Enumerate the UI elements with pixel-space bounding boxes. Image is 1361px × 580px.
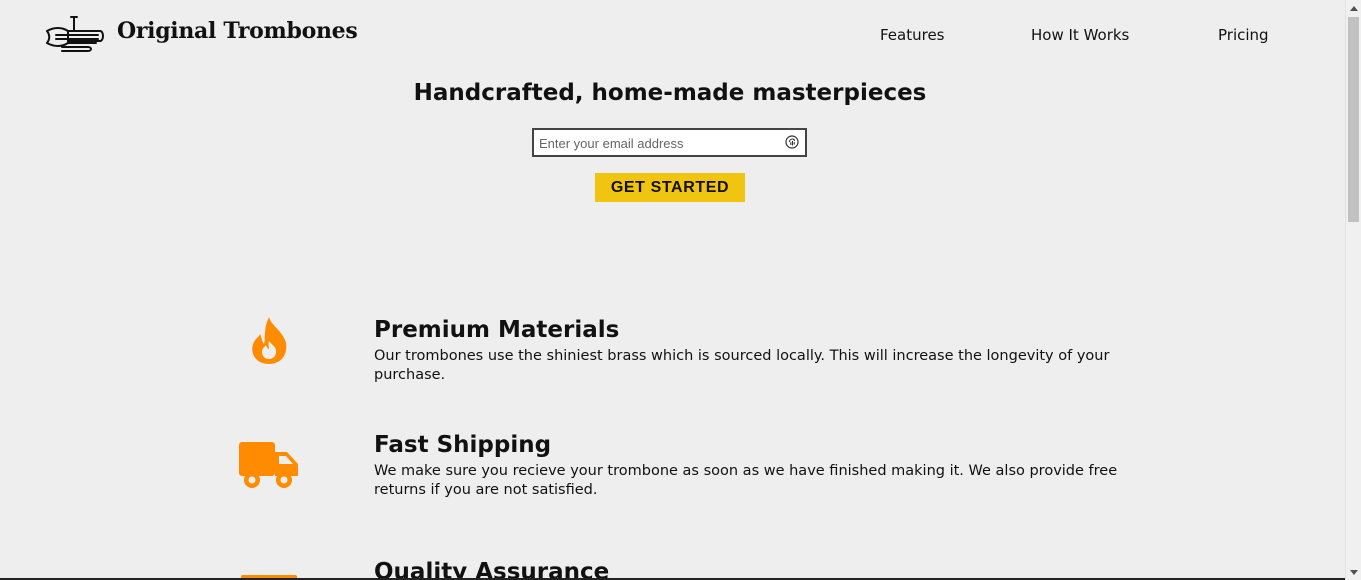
scroll-down-arrow-icon[interactable] [1346,564,1361,580]
brand-name[interactable]: Original Trombones [117,18,358,44]
feature-title: Quality Assurance [374,559,610,580]
trombone-icon[interactable] [44,13,106,53]
nav-link-how-it-works[interactable]: How It Works [1031,26,1129,44]
email-input[interactable] [539,133,779,153]
vertical-scrollbar[interactable] [1345,0,1361,580]
truck-icon [239,442,298,488]
hero-title: Handcrafted, home-made masterpieces [413,80,927,106]
get-started-button[interactable]: GET STARTED [595,173,745,202]
page: Original Trombones Features How It Works… [0,0,1345,580]
header: Original Trombones Features How It Works… [0,0,1345,70]
email-field[interactable] [532,128,807,157]
feature-title: Fast Shipping [374,432,552,458]
scrollbar-thumb[interactable] [1348,17,1359,222]
feature-title: Premium Materials [374,317,620,343]
scroll-up-arrow-icon[interactable] [1346,0,1361,16]
nav-link-features[interactable]: Features [880,26,945,44]
fire-icon [252,317,287,364]
nav-link-pricing[interactable]: Pricing [1218,26,1269,44]
feature-description: We make sure you recieve your trombone a… [374,463,1118,498]
autofill-icon[interactable] [785,135,799,149]
feature-description: Our trombones use the shiniest brass whi… [374,348,1110,383]
